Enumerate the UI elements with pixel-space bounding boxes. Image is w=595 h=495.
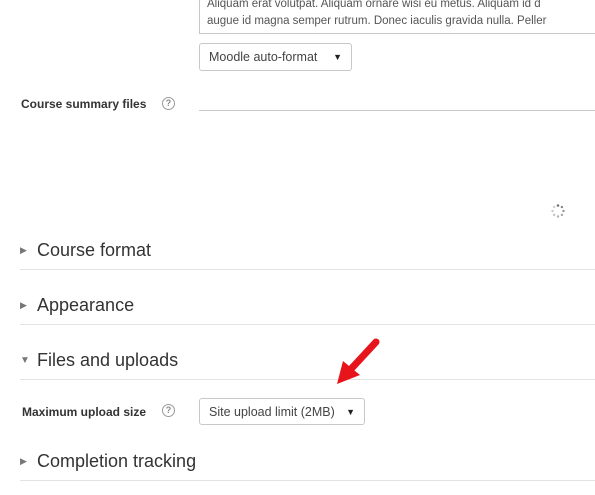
section-title: Appearance	[37, 295, 135, 315]
section-files-and-uploads[interactable]: ▼ Files and uploads	[20, 350, 178, 371]
chevron-down-icon: ▼	[346, 406, 355, 417]
maximum-upload-size-label: Maximum upload size	[22, 405, 147, 419]
help-icon[interactable]: ?	[162, 404, 175, 417]
summary-text-line: augue id magna semper rutrum. Donec iacu…	[207, 15, 547, 27]
section-divider	[20, 379, 595, 380]
maximum-upload-size-value: Site upload limit (2MB)	[209, 404, 335, 419]
chevron-down-icon: ▼	[20, 355, 30, 366]
course-summary-files-label: Course summary files	[21, 97, 147, 111]
loading-spinner-icon	[551, 204, 565, 218]
course-summary-textarea[interactable]: Aliquam erat volutpat. Aliquam ornare wi…	[199, 0, 595, 34]
summary-format-select[interactable]: Moodle auto-format ▼	[199, 43, 352, 71]
summary-text-line: Aliquam erat volutpat. Aliquam ornare wi…	[207, 0, 541, 10]
summary-format-value: Moodle auto-format	[209, 50, 318, 64]
chevron-right-icon: ▶	[20, 456, 27, 466]
section-title: Course format	[37, 240, 152, 260]
annotation-arrow-icon	[337, 338, 380, 384]
maximum-upload-size-select[interactable]: Site upload limit (2MB) ▼	[199, 398, 365, 425]
section-course-format[interactable]: ▶ Course format	[20, 240, 151, 261]
chevron-right-icon: ▶	[20, 300, 27, 310]
section-divider	[20, 269, 595, 270]
chevron-right-icon: ▶	[20, 245, 27, 255]
section-divider	[20, 480, 595, 481]
section-title: Files and uploads	[37, 350, 179, 370]
chevron-down-icon: ▼	[333, 52, 342, 62]
section-divider	[20, 324, 595, 325]
section-title: Completion tracking	[37, 451, 197, 471]
filemanager-area[interactable]	[199, 110, 595, 111]
section-completion-tracking[interactable]: ▶ Completion tracking	[20, 451, 196, 472]
help-icon[interactable]: ?	[162, 97, 175, 110]
section-appearance[interactable]: ▶ Appearance	[20, 295, 134, 316]
